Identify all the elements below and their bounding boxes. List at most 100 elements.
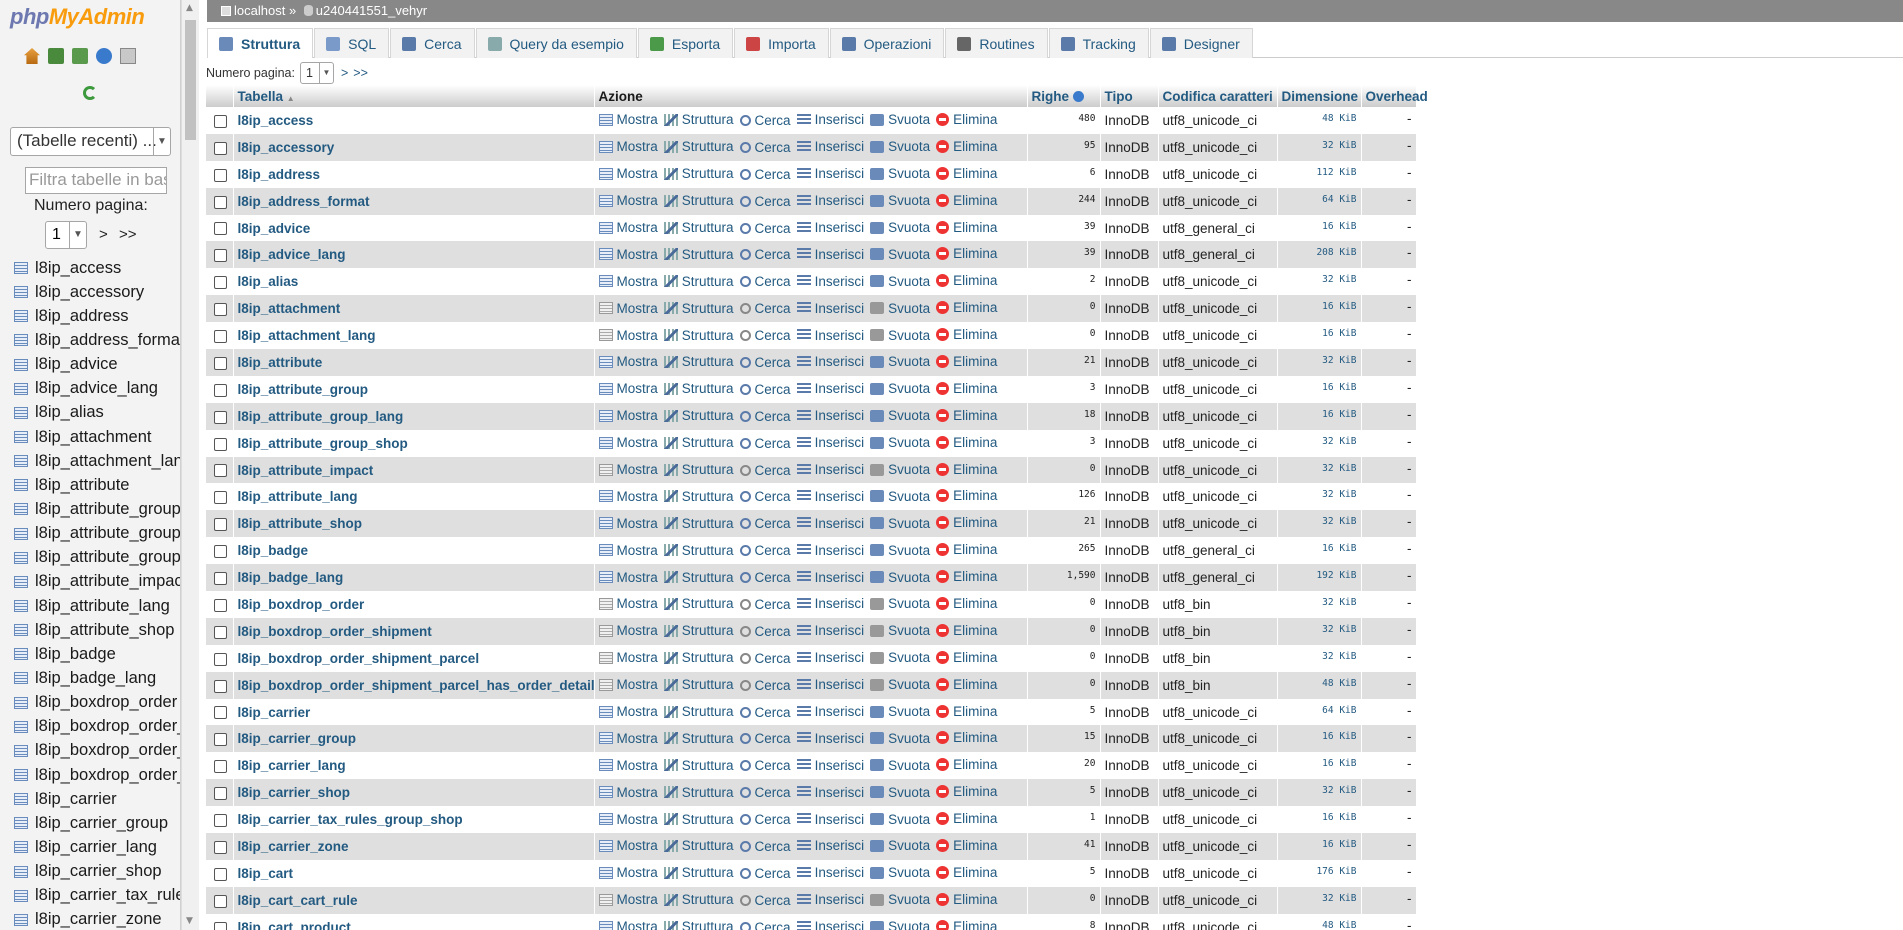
search-action[interactable]: Cerca [739,274,791,289]
structure-action[interactable]: Struttura [663,274,734,289]
drop-action[interactable]: Elimina [936,354,997,369]
nav-table-name[interactable]: l8ip_attribute_group_ [35,548,180,567]
empty-action[interactable]: Svuota [870,704,930,719]
nav-table-item[interactable]: l8ip_badge_lang [14,666,180,690]
insert-action[interactable]: Inserisci [796,354,864,369]
browse-action[interactable]: Mostra [598,785,658,800]
insert-action[interactable]: Inserisci [796,408,864,423]
nav-table-name[interactable]: l8ip_carrier_shop [35,862,162,881]
row-checkbox[interactable] [214,814,227,828]
nav-table-item[interactable]: l8ip_address_format [14,328,180,352]
empty-action[interactable]: Svuota [870,247,930,262]
drop-action[interactable]: Elimina [936,757,997,772]
table-name-link[interactable]: l8ip_carrier_zone [233,833,595,860]
insert-action[interactable]: Inserisci [796,516,864,531]
table-name-link[interactable]: l8ip_advice [233,214,595,242]
insert-action[interactable]: Inserisci [796,381,864,396]
row-checkbox[interactable] [214,894,227,908]
table-name-link[interactable]: l8ip_attribute_group_lang [233,402,595,430]
empty-action[interactable]: Svuota [870,489,930,504]
table-name-link[interactable]: l8ip_boxdrop_order [233,591,595,618]
recent-tables-select[interactable]: (Tabelle recenti) ... ▼ [10,127,171,156]
table-name-link[interactable]: l8ip_advice_lang [233,241,595,269]
browse-action[interactable]: Mostra [598,354,658,369]
table-icon[interactable] [14,600,28,613]
row-checkbox[interactable] [214,330,227,343]
scroll-up-icon[interactable]: ▲ [186,3,196,13]
pager-next-link[interactable]: > [341,66,348,80]
browse-action[interactable]: Mostra [598,112,658,127]
table-size[interactable]: 16 KiB [1277,752,1362,780]
table-size[interactable]: 16 KiB [1277,402,1362,430]
search-action[interactable]: Cerca [739,516,791,531]
nav-table-name[interactable]: l8ip_access [35,259,121,278]
nav-table-name[interactable]: l8ip_attribute_shop [35,621,174,640]
search-action[interactable]: Cerca [739,785,791,800]
table-size[interactable]: 64 KiB [1277,698,1362,726]
browse-action[interactable]: Mostra [598,812,658,827]
nav-table-item[interactable]: l8ip_carrier_group [14,811,180,835]
row-checkbox[interactable] [214,572,227,586]
table-icon[interactable] [14,865,28,878]
nav-table-name[interactable]: l8ip_attachment [35,428,152,447]
empty-action[interactable]: Svuota [870,785,930,800]
table-size[interactable]: 32 KiB [1277,886,1362,914]
structure-action[interactable]: Struttura [663,408,734,423]
table-icon[interactable] [14,334,28,347]
nav-table-item[interactable]: l8ip_attribute_shop [14,618,180,642]
insert-action[interactable]: Inserisci [796,462,864,477]
browse-action[interactable]: Mostra [598,516,658,531]
browse-action[interactable]: Mostra [598,677,658,692]
drop-action[interactable]: Elimina [936,677,997,692]
tab-structure[interactable]: Struttura [207,28,314,58]
insert-action[interactable]: Inserisci [796,139,864,154]
browse-action[interactable]: Mostra [598,731,658,746]
drop-action[interactable]: Elimina [936,730,997,745]
insert-action[interactable]: Inserisci [796,543,864,558]
table-icon[interactable] [14,262,28,275]
browse-action[interactable]: Mostra [598,570,658,585]
table-name-link[interactable]: l8ip_attribute_impact [233,456,595,484]
table-size[interactable]: 32 KiB [1277,483,1362,511]
empty-action[interactable]: Svuota [870,220,930,235]
insert-action[interactable]: Inserisci [796,166,864,181]
nav-table-item[interactable]: l8ip_accessory [14,280,180,304]
browse-action[interactable]: Mostra [598,489,658,504]
row-checkbox[interactable] [214,276,227,290]
nav-next-page-link[interactable]: > [99,226,108,243]
table-name-link[interactable]: l8ip_attribute_group [233,375,595,403]
drop-action[interactable]: Elimina [936,300,997,315]
browse-action[interactable]: Mostra [598,139,658,154]
empty-action[interactable]: Svuota [870,354,930,369]
tab-tracking[interactable]: Tracking [1048,28,1149,58]
table-icon[interactable] [14,455,28,468]
table-size[interactable]: 64 KiB [1277,187,1362,215]
empty-action[interactable]: Svuota [870,650,930,665]
nav-table-name[interactable]: l8ip_attribute_lang [35,597,170,616]
insert-action[interactable]: Inserisci [796,193,864,208]
insert-action[interactable]: Inserisci [796,704,864,719]
insert-action[interactable]: Inserisci [796,247,864,262]
drop-action[interactable]: Elimina [936,381,997,396]
browse-action[interactable]: Mostra [598,220,658,235]
column-header-overhead[interactable]: Overhead [1361,85,1428,107]
drop-action[interactable]: Elimina [936,650,997,665]
nav-table-name[interactable]: l8ip_alias [35,403,104,422]
nav-table-item[interactable]: l8ip_attachment_lang [14,449,180,473]
empty-action[interactable]: Svuota [870,758,930,773]
drop-action[interactable]: Elimina [936,623,997,638]
empty-action[interactable]: Svuota [870,193,930,208]
nav-last-page-link[interactable]: >> [119,226,137,243]
drop-action[interactable]: Elimina [936,569,997,584]
insert-action[interactable]: Inserisci [796,677,864,692]
drop-action[interactable]: Elimina [936,892,997,907]
empty-action[interactable]: Svuota [870,543,930,558]
nav-table-name[interactable]: l8ip_address_format [35,331,180,350]
drop-action[interactable]: Elimina [936,542,997,557]
table-icon[interactable] [14,624,28,637]
nav-table-item[interactable]: l8ip_carrier_lang [14,835,180,859]
drop-action[interactable]: Elimina [936,865,997,880]
table-icon[interactable] [14,817,28,830]
empty-action[interactable]: Svuota [870,435,930,450]
insert-action[interactable]: Inserisci [796,570,864,585]
